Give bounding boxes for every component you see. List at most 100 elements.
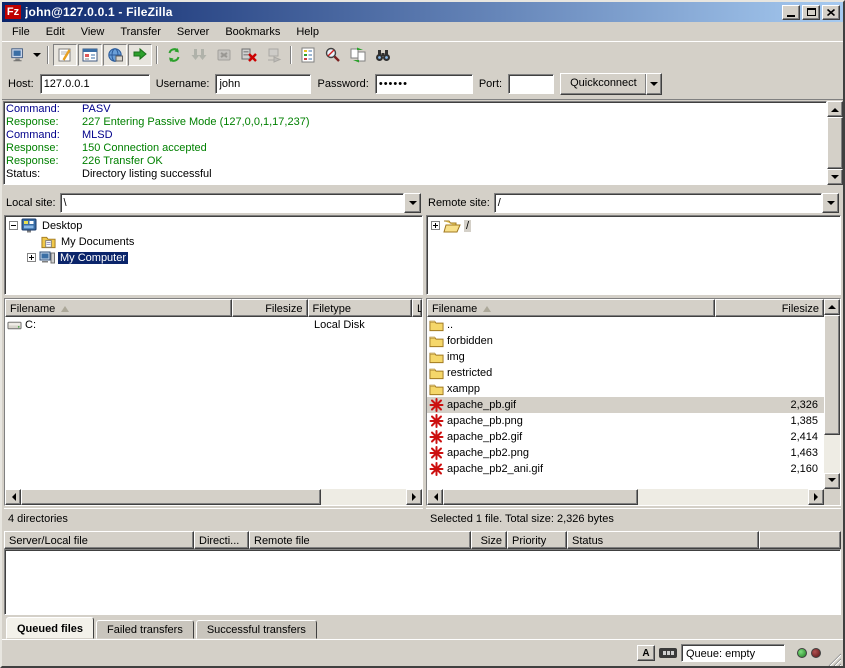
column-header-priority[interactable]: Priority — [507, 531, 567, 549]
remote-site-value[interactable]: / — [494, 193, 822, 213]
expand-icon[interactable] — [431, 221, 440, 230]
file-row[interactable]: img — [427, 349, 824, 365]
horizontal-splitter[interactable] — [2, 526, 843, 529]
scrollbar-thumb[interactable] — [824, 315, 840, 435]
scroll-left-button[interactable] — [5, 489, 21, 505]
column-header-remote-file[interactable]: Remote file — [249, 531, 471, 549]
tree-item-my-computer[interactable]: My Computer — [9, 250, 422, 266]
scroll-down-button[interactable] — [827, 169, 843, 185]
file-size: 1,463 — [715, 447, 824, 459]
maximize-button[interactable] — [802, 5, 820, 20]
remote-site-dropdown[interactable] — [822, 193, 839, 213]
menu-edit[interactable]: Edit — [38, 24, 73, 40]
tree-item-my-documents[interactable]: My Documents — [9, 234, 422, 250]
file-row[interactable]: apache_pb2.png 1,463 — [427, 445, 824, 461]
host-input[interactable]: 127.0.0.1 — [40, 74, 150, 94]
remote-list-body[interactable]: .. forbidden img — [427, 317, 824, 489]
column-header-direction[interactable]: Directi... — [194, 531, 249, 549]
speed-limit-indicator-icon[interactable] — [659, 648, 677, 658]
quickconnect-button[interactable]: Quickconnect — [560, 73, 647, 95]
menu-server[interactable]: Server — [169, 24, 217, 40]
site-manager-button[interactable] — [6, 44, 30, 66]
data-type-indicator-icon[interactable]: A — [637, 645, 655, 661]
reconnect-button[interactable] — [262, 44, 286, 66]
menu-file[interactable]: File — [4, 24, 38, 40]
collapse-icon[interactable] — [9, 221, 18, 230]
file-row[interactable]: apache_pb.png 1,385 — [427, 413, 824, 429]
disconnect-button[interactable] — [237, 44, 261, 66]
refresh-button[interactable] — [162, 44, 186, 66]
file-row[interactable]: restricted — [427, 365, 824, 381]
column-header-filesize[interactable]: Filesize — [232, 299, 308, 317]
scroll-down-button[interactable] — [824, 473, 840, 489]
process-queue-button[interactable] — [187, 44, 211, 66]
username-input[interactable]: john — [215, 74, 311, 94]
file-row[interactable]: apache_pb2.gif 2,414 — [427, 429, 824, 445]
file-row[interactable]: forbidden — [427, 333, 824, 349]
column-header-filename[interactable]: Filename — [5, 299, 232, 317]
filter-button[interactable] — [296, 44, 320, 66]
password-input[interactable]: •••••• — [375, 74, 473, 94]
message-log[interactable]: Command:PASV Response:227 Entering Passi… — [3, 101, 827, 185]
local-site-dropdown[interactable] — [404, 193, 421, 213]
scroll-right-button[interactable] — [808, 489, 824, 505]
remote-site-combo[interactable]: / — [494, 193, 839, 213]
scroll-up-button[interactable] — [824, 299, 840, 315]
resize-grip[interactable] — [825, 650, 841, 666]
remote-directory-tree[interactable]: / — [426, 215, 841, 295]
toggle-queue-button[interactable] — [128, 44, 152, 66]
queue-list[interactable] — [4, 549, 841, 615]
column-header-filename[interactable]: Filename — [427, 299, 715, 317]
menu-bookmarks[interactable]: Bookmarks — [217, 24, 288, 40]
directory-comparison-button[interactable] — [321, 44, 345, 66]
synchronized-browsing-button[interactable] — [346, 44, 370, 66]
minimize-button[interactable] — [782, 5, 800, 20]
menu-help[interactable]: Help — [288, 24, 327, 40]
column-header-filesize[interactable]: Filesize — [715, 299, 824, 317]
minimize-icon — [787, 15, 795, 17]
expand-icon[interactable] — [27, 253, 36, 262]
local-horizontal-scrollbar[interactable] — [5, 489, 422, 505]
close-button[interactable] — [822, 5, 840, 20]
column-header-size[interactable]: Size — [471, 531, 507, 549]
tab-failed-transfers[interactable]: Failed transfers — [96, 620, 194, 639]
scroll-up-button[interactable] — [827, 101, 843, 117]
file-row-selected[interactable]: apache_pb.gif 2,326 — [427, 397, 824, 413]
scrollbar-thumb[interactable] — [21, 489, 321, 505]
file-row[interactable]: apache_pb2_ani.gif 2,160 — [427, 461, 824, 477]
column-header-server-local-file[interactable]: Server/Local file — [4, 531, 194, 549]
tab-queued-files[interactable]: Queued files — [6, 617, 94, 639]
remote-vertical-scrollbar[interactable] — [824, 299, 840, 489]
scrollbar-thumb[interactable] — [827, 117, 843, 169]
toggle-remote-tree-button[interactable] — [103, 44, 127, 66]
column-header-status[interactable]: Status — [567, 531, 759, 549]
file-row-c-drive[interactable]: C: Local Disk — [5, 317, 422, 333]
remote-horizontal-scrollbar[interactable] — [427, 489, 824, 505]
log-scrollbar[interactable] — [827, 101, 843, 185]
quickconnect-dropdown[interactable] — [646, 73, 662, 95]
port-input[interactable] — [508, 74, 554, 94]
file-row[interactable]: .. — [427, 317, 824, 333]
title-bar[interactable]: Fz john@127.0.0.1 - FileZilla — [2, 2, 843, 22]
menu-transfer[interactable]: Transfer — [112, 24, 169, 40]
local-site-value[interactable]: \ — [60, 193, 404, 213]
tree-item-root[interactable]: / — [431, 218, 840, 234]
file-row[interactable]: xampp — [427, 381, 824, 397]
column-header-filetype[interactable]: Filetype — [308, 299, 413, 317]
column-header-last-modified[interactable]: L — [412, 299, 422, 317]
toggle-log-button[interactable] — [53, 44, 77, 66]
scroll-right-button[interactable] — [406, 489, 422, 505]
menu-view[interactable]: View — [73, 24, 113, 40]
toggle-local-tree-button[interactable] — [78, 44, 102, 66]
remote-site-label: Remote site: — [428, 197, 490, 209]
find-files-button[interactable] — [371, 44, 395, 66]
local-list-body[interactable]: C: Local Disk — [5, 317, 422, 489]
local-directory-tree[interactable]: Desktop My Documents My Computer — [4, 215, 423, 295]
tree-item-desktop[interactable]: Desktop — [9, 218, 422, 234]
cancel-operation-button[interactable] — [212, 44, 236, 66]
tab-successful-transfers[interactable]: Successful transfers — [196, 620, 317, 639]
local-site-combo[interactable]: \ — [60, 193, 421, 213]
scrollbar-thumb[interactable] — [443, 489, 638, 505]
site-manager-dropdown[interactable] — [31, 44, 43, 66]
scroll-left-button[interactable] — [427, 489, 443, 505]
